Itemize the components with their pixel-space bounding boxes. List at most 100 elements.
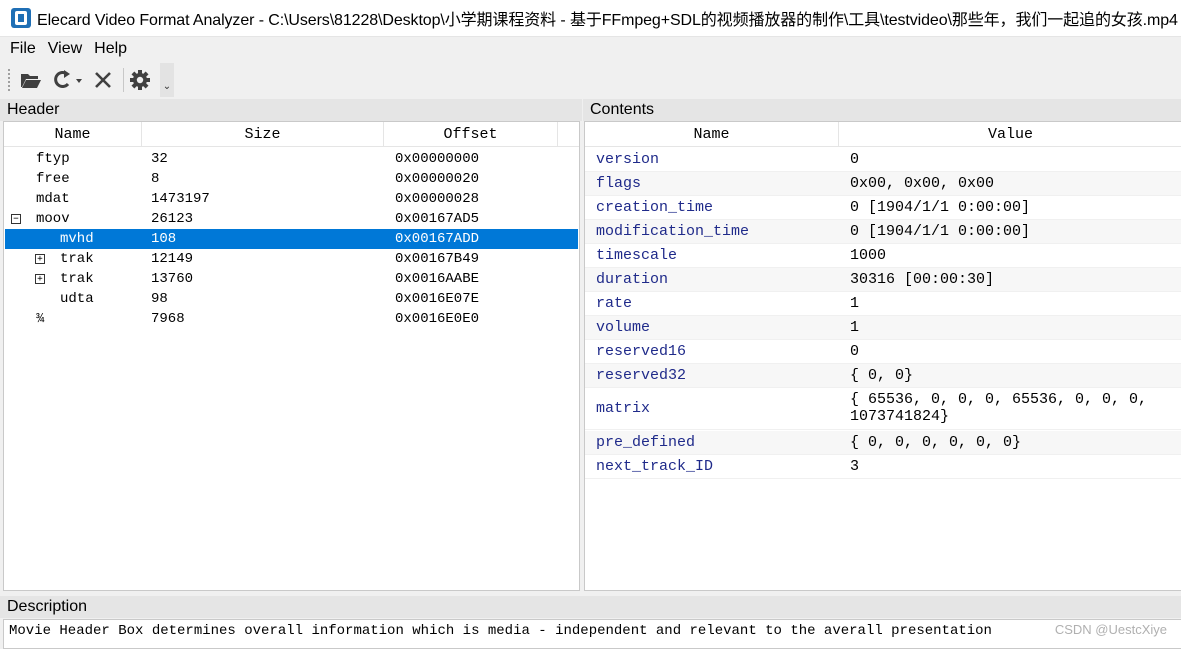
- field-name: volume: [596, 319, 651, 336]
- field-value: 0 [1904/1/1 0:00:00]: [850, 223, 1031, 240]
- tree-row[interactable]: + trak 12149 0x00167B49: [5, 249, 578, 269]
- tree-row-offset: 0x00167B49: [395, 251, 480, 267]
- field-value: 1000: [850, 247, 887, 264]
- column-header-offset[interactable]: Offset: [384, 122, 558, 147]
- toolbar-grip[interactable]: [8, 68, 11, 91]
- tree-row-name: trak: [60, 251, 94, 267]
- contents-row[interactable]: reserved32 { 0, 0}: [585, 364, 1181, 388]
- field-value: 30316 [00:00:30]: [850, 271, 995, 288]
- contents-table[interactable]: Name Value version 0 flags 0x00, 0x00, 0x00…: [584, 121, 1181, 591]
- contents-row[interactable]: flags 0x00, 0x00, 0x00: [585, 172, 1181, 196]
- open-folder-icon[interactable]: [19, 68, 43, 92]
- contents-row[interactable]: pre_defined { 0, 0, 0, 0, 0, 0}: [585, 431, 1181, 455]
- tree-row[interactable]: + trak 13760 0x0016AABE: [5, 269, 578, 289]
- description-text: Movie Header Box determines overall info…: [3, 619, 1181, 649]
- tree-row-offset: 0x00000020: [395, 171, 480, 187]
- contents-row[interactable]: version 0: [585, 148, 1181, 172]
- collapse-icon[interactable]: −: [11, 214, 21, 224]
- field-value-line: 1073741824}: [850, 408, 950, 425]
- field-name: creation_time: [596, 199, 714, 216]
- contents-row[interactable]: modification_time 0 [1904/1/1 0:00:00]: [585, 220, 1181, 244]
- field-value: 1: [850, 319, 860, 336]
- expand-icon[interactable]: +: [35, 274, 45, 284]
- tree-row-size: 108: [151, 231, 177, 247]
- field-name: duration: [596, 271, 669, 288]
- tree-row-offset: 0x0016E07E: [395, 291, 480, 307]
- field-value: 0: [850, 151, 860, 168]
- field-name: version: [596, 151, 660, 168]
- close-icon[interactable]: [91, 68, 115, 92]
- field-value: { 65536, 0, 0, 0, 65536, 0, 0, 0, 1073741…: [850, 391, 1147, 425]
- description-panel-title: Description: [0, 596, 1181, 618]
- field-value: { 0, 0, 0, 0, 0, 0}: [850, 434, 1022, 451]
- field-name: rate: [596, 295, 633, 312]
- refresh-icon[interactable]: [49, 68, 85, 92]
- contents-panel-title: Contents: [583, 99, 1181, 121]
- field-value: { 0, 0}: [850, 367, 914, 384]
- tree-row-size: 26123: [151, 211, 194, 227]
- tree-row-size: 98: [151, 291, 168, 307]
- toolbar-overflow-button[interactable]: ⌄: [160, 62, 174, 97]
- tree-row[interactable]: udta 98 0x0016E07E: [5, 289, 578, 309]
- tree-row-name: mdat: [36, 191, 70, 207]
- field-name: next_track_ID: [596, 458, 714, 475]
- tree-row-size: 32: [151, 151, 168, 167]
- field-name: reserved16: [596, 343, 687, 360]
- contents-row[interactable]: volume 1: [585, 316, 1181, 340]
- field-value-line: { 65536, 0, 0, 0, 65536, 0, 0, 0,: [850, 391, 1148, 408]
- expand-icon[interactable]: +: [35, 254, 45, 264]
- tree-row-name: trak: [60, 271, 94, 287]
- menu-file[interactable]: File: [4, 40, 42, 58]
- contents-row[interactable]: rate 1: [585, 292, 1181, 316]
- toolbar: ⌄: [0, 61, 1181, 98]
- column-header-field-name[interactable]: Name: [585, 122, 839, 147]
- header-tree[interactable]: Name Size Offset ftyp 32 0x00000000 free 8 0x…: [3, 121, 580, 591]
- field-value: 3: [850, 458, 860, 475]
- contents-row[interactable]: reserved16 0: [585, 340, 1181, 364]
- tree-row-offset: 0x0016E0E0: [395, 311, 480, 327]
- tree-row[interactable]: ¾ 7968 0x0016E0E0: [5, 309, 578, 329]
- field-value: 0 [1904/1/1 0:00:00]: [850, 199, 1031, 216]
- tree-row-name: ¾: [36, 311, 45, 327]
- header-panel-title: Header: [0, 99, 582, 121]
- contents-row[interactable]: duration 30316 [00:00:30]: [585, 268, 1181, 292]
- field-name: reserved32: [596, 367, 687, 384]
- tree-row-offset: 0x00000028: [395, 191, 480, 207]
- field-value: 0: [850, 343, 860, 360]
- field-name: matrix: [596, 400, 651, 417]
- toolbar-separator: [123, 67, 124, 92]
- tree-row-offset: 0x00167ADD: [395, 231, 480, 247]
- menu-help[interactable]: Help: [88, 40, 133, 58]
- window-title: Elecard Video Format Analyzer - C:\Users…: [37, 12, 1178, 29]
- tree-row-offset: 0x00167AD5: [395, 211, 480, 227]
- tree-row-size: 13760: [151, 271, 194, 287]
- menu-bar: File View Help: [0, 37, 1181, 61]
- tree-row[interactable]: − moov 26123 0x00167AD5: [5, 209, 578, 229]
- contents-row[interactable]: matrix { 65536, 0, 0, 0, 65536, 0, 0, 0, 1…: [585, 388, 1181, 430]
- column-header-value[interactable]: Value: [839, 122, 1181, 147]
- tree-row-name: mvhd: [60, 231, 94, 247]
- field-value: 1: [850, 295, 860, 312]
- tree-row[interactable]: mdat 1473197 0x00000028: [5, 189, 578, 209]
- tree-row-size: 1473197: [151, 191, 210, 207]
- column-header-size[interactable]: Size: [142, 122, 384, 147]
- tree-row-name: udta: [60, 291, 94, 307]
- tree-row[interactable]: free 8 0x00000020: [5, 169, 578, 189]
- contents-row[interactable]: creation_time 0 [1904/1/1 0:00:00]: [585, 196, 1181, 220]
- settings-gear-icon[interactable]: [128, 68, 152, 92]
- tree-row-name: moov: [36, 211, 70, 227]
- column-header-filler: [558, 122, 579, 147]
- tree-row-offset: 0x0016AABE: [395, 271, 480, 287]
- field-name: timescale: [596, 247, 678, 264]
- tree-row-size: 12149: [151, 251, 194, 267]
- tree-row[interactable]: ftyp 32 0x00000000: [5, 149, 578, 169]
- menu-view[interactable]: View: [42, 40, 88, 58]
- title-bar: Elecard Video Format Analyzer - C:\Users…: [0, 0, 1181, 37]
- tree-row-name: ftyp: [36, 151, 70, 167]
- field-value: 0x00, 0x00, 0x00: [850, 175, 995, 192]
- field-name: flags: [596, 175, 642, 192]
- contents-row[interactable]: next_track_ID 3: [585, 455, 1181, 479]
- column-header-name[interactable]: Name: [4, 122, 142, 147]
- contents-row[interactable]: timescale 1000: [585, 244, 1181, 268]
- tree-row[interactable]: mvhd 108 0x00167ADD: [5, 229, 578, 249]
